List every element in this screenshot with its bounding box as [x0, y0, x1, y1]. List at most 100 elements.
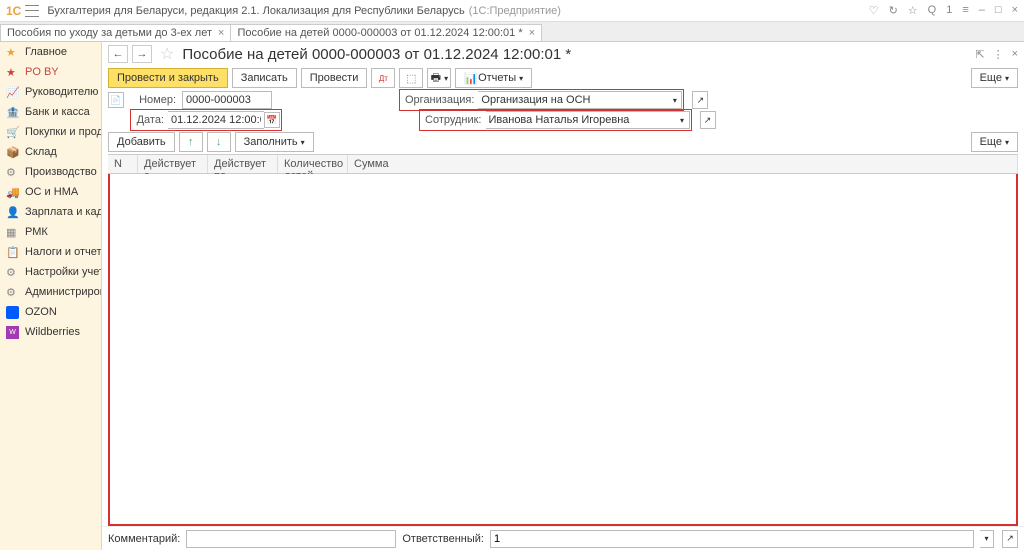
close-icon[interactable]: × — [1012, 4, 1018, 17]
date-label: Дата: — [132, 114, 168, 126]
move-down-button[interactable]: ↓ — [207, 132, 231, 152]
move-up-button[interactable]: ↑ — [179, 132, 203, 152]
maximize-icon[interactable]: □ — [995, 4, 1002, 17]
titlebar: 1C Бухгалтерия для Беларуси, редакция 2.… — [0, 0, 1024, 22]
org-input[interactable] — [478, 91, 668, 109]
back-button[interactable]: ← — [108, 45, 128, 63]
eq-icon[interactable]: ≡ — [962, 4, 968, 17]
col-n[interactable]: N — [108, 155, 138, 173]
star-icon: ★ — [6, 66, 19, 79]
sidebar-item-warehouse[interactable]: 📦Склад — [0, 142, 101, 162]
sidebar-item-settings[interactable]: ⚙Настройки учета — [0, 262, 101, 282]
table-more-button[interactable]: Еще▾ — [971, 132, 1018, 152]
col-count[interactable]: Количество детей — [278, 155, 348, 173]
person-icon: 👤 — [6, 206, 19, 219]
star-icon: ★ — [6, 46, 19, 59]
calendar-icon[interactable]: 📅 — [264, 112, 280, 128]
sidebar-item-assets[interactable]: 🚚ОС и НМА — [0, 182, 101, 202]
org-dropdown-icon[interactable]: ▾ — [668, 91, 682, 109]
sidebar-item-wb[interactable]: WWildberries — [0, 322, 101, 342]
col-to[interactable]: Действует по — [208, 155, 278, 173]
emp-input[interactable] — [486, 111, 676, 129]
reports-button[interactable]: 📊 Отчеты▾ — [455, 68, 532, 88]
table-body[interactable] — [108, 174, 1018, 526]
content: ← → ☆ Пособие на детей 0000-000003 от 01… — [102, 42, 1024, 550]
bank-icon: 🏦 — [6, 106, 19, 119]
posted-icon: 📄 — [108, 92, 124, 108]
table-header: N Действует с Действует по Количество де… — [108, 154, 1018, 174]
resp-dropdown-icon[interactable]: ▾ — [980, 530, 994, 548]
document-title: Пособие на детей 0000-000003 от 01.12.20… — [182, 46, 571, 63]
comment-input[interactable] — [186, 530, 396, 548]
emp-open-button[interactable]: ↗ — [700, 111, 716, 129]
favorite-icon[interactable]: ☆ — [160, 44, 174, 64]
print-button[interactable]: 🖶▾ — [427, 68, 451, 88]
sidebar-item-ozon[interactable]: OZON — [0, 302, 101, 322]
resp-label: Ответственный: — [402, 533, 484, 545]
sidebar-item-manager[interactable]: 📈Руководителю — [0, 82, 101, 102]
tabbar: Пособия по уходу за детьми до 3-ех лет ×… — [0, 22, 1024, 42]
org-open-button[interactable]: ↗ — [692, 91, 708, 109]
org-label: Организация: — [401, 94, 478, 106]
gear-icon: ⚙ — [6, 286, 19, 299]
menu-icon[interactable] — [25, 5, 39, 17]
box-icon: 📦 — [6, 146, 19, 159]
sidebar-item-sales[interactable]: 🛒Покупки и продажи — [0, 122, 101, 142]
wb-icon: W — [6, 326, 19, 339]
kebab-icon[interactable]: ⋮ — [993, 48, 1004, 61]
date-input[interactable] — [168, 111, 264, 129]
footer: Комментарий: Ответственный: ▾ ↗ — [102, 526, 1024, 550]
user-icon[interactable]: 1 — [946, 4, 952, 17]
tab-document[interactable]: Пособие на детей 0000-000003 от 01.12.20… — [230, 24, 542, 41]
emp-label: Сотрудник: — [421, 114, 486, 126]
sidebar-item-admin[interactable]: ⚙Администрирование — [0, 282, 101, 302]
sidebar-item-main[interactable]: ★Главное — [0, 42, 101, 62]
more-button[interactable]: Еще▾ — [971, 68, 1018, 88]
cart-icon: 🛒 — [6, 126, 19, 139]
sidebar-item-production[interactable]: ⚙Производство — [0, 162, 101, 182]
sidebar-item-tax[interactable]: 📋Налоги и отчетность — [0, 242, 101, 262]
link-icon[interactable]: ⇱ — [975, 48, 984, 61]
save-button[interactable]: Записать — [232, 68, 297, 88]
search-icon[interactable]: Q — [928, 4, 937, 17]
title-actions: ♡ ↻ ☆ Q 1 ≡ – □ × — [869, 4, 1018, 17]
resp-open-button[interactable]: ↗ — [1002, 530, 1018, 548]
sidebar: ★Главное ★PO BY 📈Руководителю 🏦Банк и ка… — [0, 42, 102, 550]
post-close-button[interactable]: Провести и закрыть — [108, 68, 228, 88]
comment-label: Комментарий: — [108, 533, 180, 545]
minimize-icon[interactable]: – — [979, 4, 985, 17]
tab-label: Пособие на детей 0000-000003 от 01.12.20… — [237, 27, 522, 39]
col-sum[interactable]: Сумма — [348, 155, 1018, 173]
forward-button[interactable]: → — [132, 45, 152, 63]
emp-dropdown-icon[interactable]: ▾ — [676, 111, 690, 129]
tab-close-icon[interactable]: × — [218, 27, 224, 39]
sidebar-item-bank[interactable]: 🏦Банк и касса — [0, 102, 101, 122]
history-icon[interactable]: ↻ — [889, 4, 898, 17]
app-subtitle: (1С:Предприятие) — [469, 5, 561, 17]
sidebar-item-pos[interactable]: ▦РМК — [0, 222, 101, 242]
sidebar-item-hr[interactable]: 👤Зарплата и кадры — [0, 202, 101, 222]
number-label: Номер: — [130, 94, 176, 106]
star-icon[interactable]: ☆ — [908, 4, 918, 17]
bell-icon[interactable]: ♡ — [869, 4, 879, 17]
tab-close-icon[interactable]: × — [529, 27, 535, 39]
close-panel-icon[interactable]: × — [1012, 48, 1018, 61]
col-from[interactable]: Действует с — [138, 155, 208, 173]
number-input[interactable] — [182, 91, 272, 109]
sidebar-item-poby[interactable]: ★PO BY — [0, 62, 101, 82]
pos-icon: ▦ — [6, 226, 19, 239]
tab-label: Пособия по уходу за детьми до 3-ех лет — [7, 27, 212, 39]
gear-icon: ⚙ — [6, 166, 19, 179]
fill-button[interactable]: Заполнить▾ — [235, 132, 314, 152]
debit-credit-button[interactable]: Дт — [371, 68, 395, 88]
post-button[interactable]: Провести — [301, 68, 368, 88]
chart-icon: 📈 — [6, 86, 19, 99]
doc-icon: 📋 — [6, 246, 19, 259]
app-logo: 1C — [6, 4, 21, 18]
tab-list[interactable]: Пособия по уходу за детьми до 3-ех лет × — [0, 24, 231, 41]
structure-button[interactable]: ⬚ — [399, 68, 423, 88]
resp-input[interactable] — [490, 530, 974, 548]
app-title: Бухгалтерия для Беларуси, редакция 2.1. … — [47, 5, 464, 17]
gear-icon: ⚙ — [6, 266, 19, 279]
add-row-button[interactable]: Добавить — [108, 132, 175, 152]
